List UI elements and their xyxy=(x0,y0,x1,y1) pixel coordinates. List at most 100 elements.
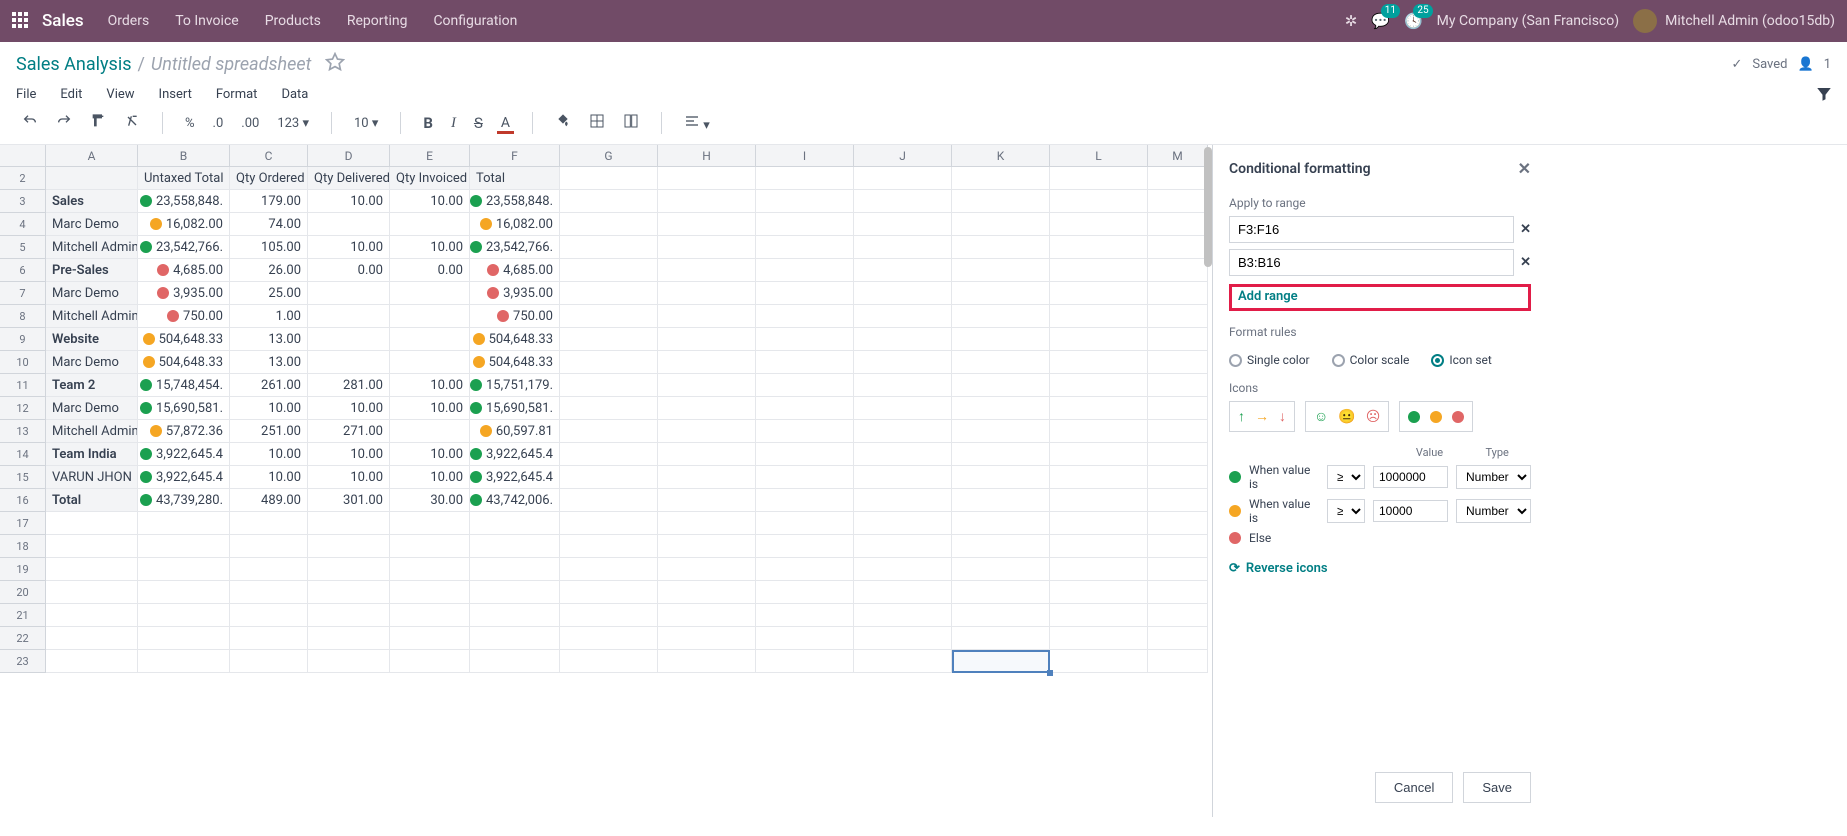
col-header-F[interactable]: F xyxy=(470,145,560,167)
cell[interactable] xyxy=(1050,627,1148,650)
cell[interactable] xyxy=(470,535,560,558)
cell[interactable]: 10.00 xyxy=(390,443,470,466)
cell[interactable] xyxy=(1148,627,1208,650)
cell[interactable]: 26.00 xyxy=(230,259,308,282)
cell[interactable] xyxy=(658,374,756,397)
scrollbar-thumb[interactable] xyxy=(1204,147,1212,267)
cell[interactable] xyxy=(1148,236,1208,259)
cell[interactable]: 0.00 xyxy=(390,259,470,282)
cell[interactable]: Pre-Sales xyxy=(46,259,138,282)
cell[interactable] xyxy=(952,627,1050,650)
cell[interactable] xyxy=(952,604,1050,627)
nav-reporting[interactable]: Reporting xyxy=(347,13,408,29)
cell[interactable] xyxy=(560,282,658,305)
nav-brand[interactable]: Sales xyxy=(42,11,84,31)
cell[interactable] xyxy=(756,213,854,236)
cell[interactable]: 504,648.33 xyxy=(470,351,560,374)
row-header[interactable]: 22 xyxy=(0,627,46,650)
cell[interactable] xyxy=(952,581,1050,604)
text-color-button[interactable]: A xyxy=(497,113,514,134)
cell[interactable]: 43,739,280. xyxy=(138,489,230,512)
cell[interactable] xyxy=(470,627,560,650)
cell[interactable] xyxy=(1050,351,1148,374)
cell[interactable] xyxy=(230,650,308,673)
cell[interactable]: Mitchell Admin xyxy=(46,305,138,328)
cell[interactable] xyxy=(470,558,560,581)
cell[interactable]: Qty Delivered xyxy=(308,167,390,190)
cell[interactable] xyxy=(952,397,1050,420)
row-header[interactable]: 16 xyxy=(0,489,46,512)
nav-to-invoice[interactable]: To Invoice xyxy=(175,13,239,29)
cell[interactable]: Team 2 xyxy=(46,374,138,397)
row-header[interactable]: 14 xyxy=(0,443,46,466)
cell[interactable] xyxy=(560,581,658,604)
cell[interactable]: 1.00 xyxy=(230,305,308,328)
cell[interactable] xyxy=(1148,328,1208,351)
cell[interactable] xyxy=(952,282,1050,305)
cell[interactable] xyxy=(854,282,952,305)
cell[interactable] xyxy=(952,374,1050,397)
cell[interactable] xyxy=(756,558,854,581)
nav-products[interactable]: Products xyxy=(265,13,321,29)
save-button[interactable]: Save xyxy=(1463,772,1531,803)
fill-color-icon[interactable] xyxy=(551,110,575,136)
cell[interactable]: 271.00 xyxy=(308,420,390,443)
cell[interactable]: 10.00 xyxy=(390,236,470,259)
row-header[interactable]: 19 xyxy=(0,558,46,581)
cell[interactable] xyxy=(854,443,952,466)
cell[interactable] xyxy=(1050,397,1148,420)
decrease-decimal-button[interactable]: .0 xyxy=(209,113,228,134)
cell[interactable] xyxy=(854,259,952,282)
cell[interactable] xyxy=(46,650,138,673)
rule-type-select-2[interactable]: Number xyxy=(1456,499,1531,523)
cell[interactable] xyxy=(756,650,854,673)
cell[interactable] xyxy=(756,489,854,512)
cell[interactable] xyxy=(854,627,952,650)
cell[interactable] xyxy=(1148,420,1208,443)
cell[interactable] xyxy=(1148,282,1208,305)
cell[interactable] xyxy=(1148,489,1208,512)
cell[interactable] xyxy=(658,305,756,328)
cell[interactable] xyxy=(1148,305,1208,328)
cell[interactable] xyxy=(1148,213,1208,236)
cell[interactable] xyxy=(560,374,658,397)
cell[interactable] xyxy=(560,604,658,627)
cell[interactable] xyxy=(756,374,854,397)
cell[interactable] xyxy=(952,236,1050,259)
cell[interactable] xyxy=(854,535,952,558)
cell[interactable] xyxy=(658,581,756,604)
clear-format-icon[interactable] xyxy=(120,110,144,136)
row-header[interactable]: 18 xyxy=(0,535,46,558)
menu-view[interactable]: View xyxy=(106,87,134,102)
cell[interactable] xyxy=(390,213,470,236)
cell[interactable] xyxy=(1050,581,1148,604)
cell[interactable]: Marc Demo xyxy=(46,351,138,374)
cell[interactable] xyxy=(952,305,1050,328)
cell[interactable]: 74.00 xyxy=(230,213,308,236)
cell[interactable] xyxy=(308,627,390,650)
cell[interactable]: 15,690,581. xyxy=(470,397,560,420)
cell[interactable] xyxy=(560,397,658,420)
cell[interactable]: 10.00 xyxy=(308,190,390,213)
cell[interactable]: 15,690,581. xyxy=(138,397,230,420)
user-menu[interactable]: Mitchell Admin (odoo15db) xyxy=(1633,9,1835,33)
col-header-J[interactable]: J xyxy=(854,145,952,167)
col-header-L[interactable]: L xyxy=(1050,145,1148,167)
cell[interactable]: 504,648.33 xyxy=(138,351,230,374)
cell[interactable] xyxy=(854,558,952,581)
cell[interactable]: Marc Demo xyxy=(46,397,138,420)
strike-button[interactable]: S xyxy=(470,111,487,135)
cell[interactable]: 10.00 xyxy=(230,397,308,420)
cell[interactable] xyxy=(470,604,560,627)
cell[interactable]: Website xyxy=(46,328,138,351)
number-format-select[interactable]: 123 ▾ xyxy=(273,113,313,134)
cell[interactable]: 3,922,645.4 xyxy=(470,443,560,466)
cell[interactable] xyxy=(138,512,230,535)
bug-icon[interactable]: ✲ xyxy=(1345,12,1358,30)
cell[interactable]: Marc Demo xyxy=(46,282,138,305)
cell[interactable] xyxy=(138,627,230,650)
cell[interactable]: 57,872.36 xyxy=(138,420,230,443)
rule-op-select-2[interactable]: ≥ xyxy=(1327,499,1365,523)
cell[interactable] xyxy=(230,535,308,558)
cell[interactable] xyxy=(560,466,658,489)
